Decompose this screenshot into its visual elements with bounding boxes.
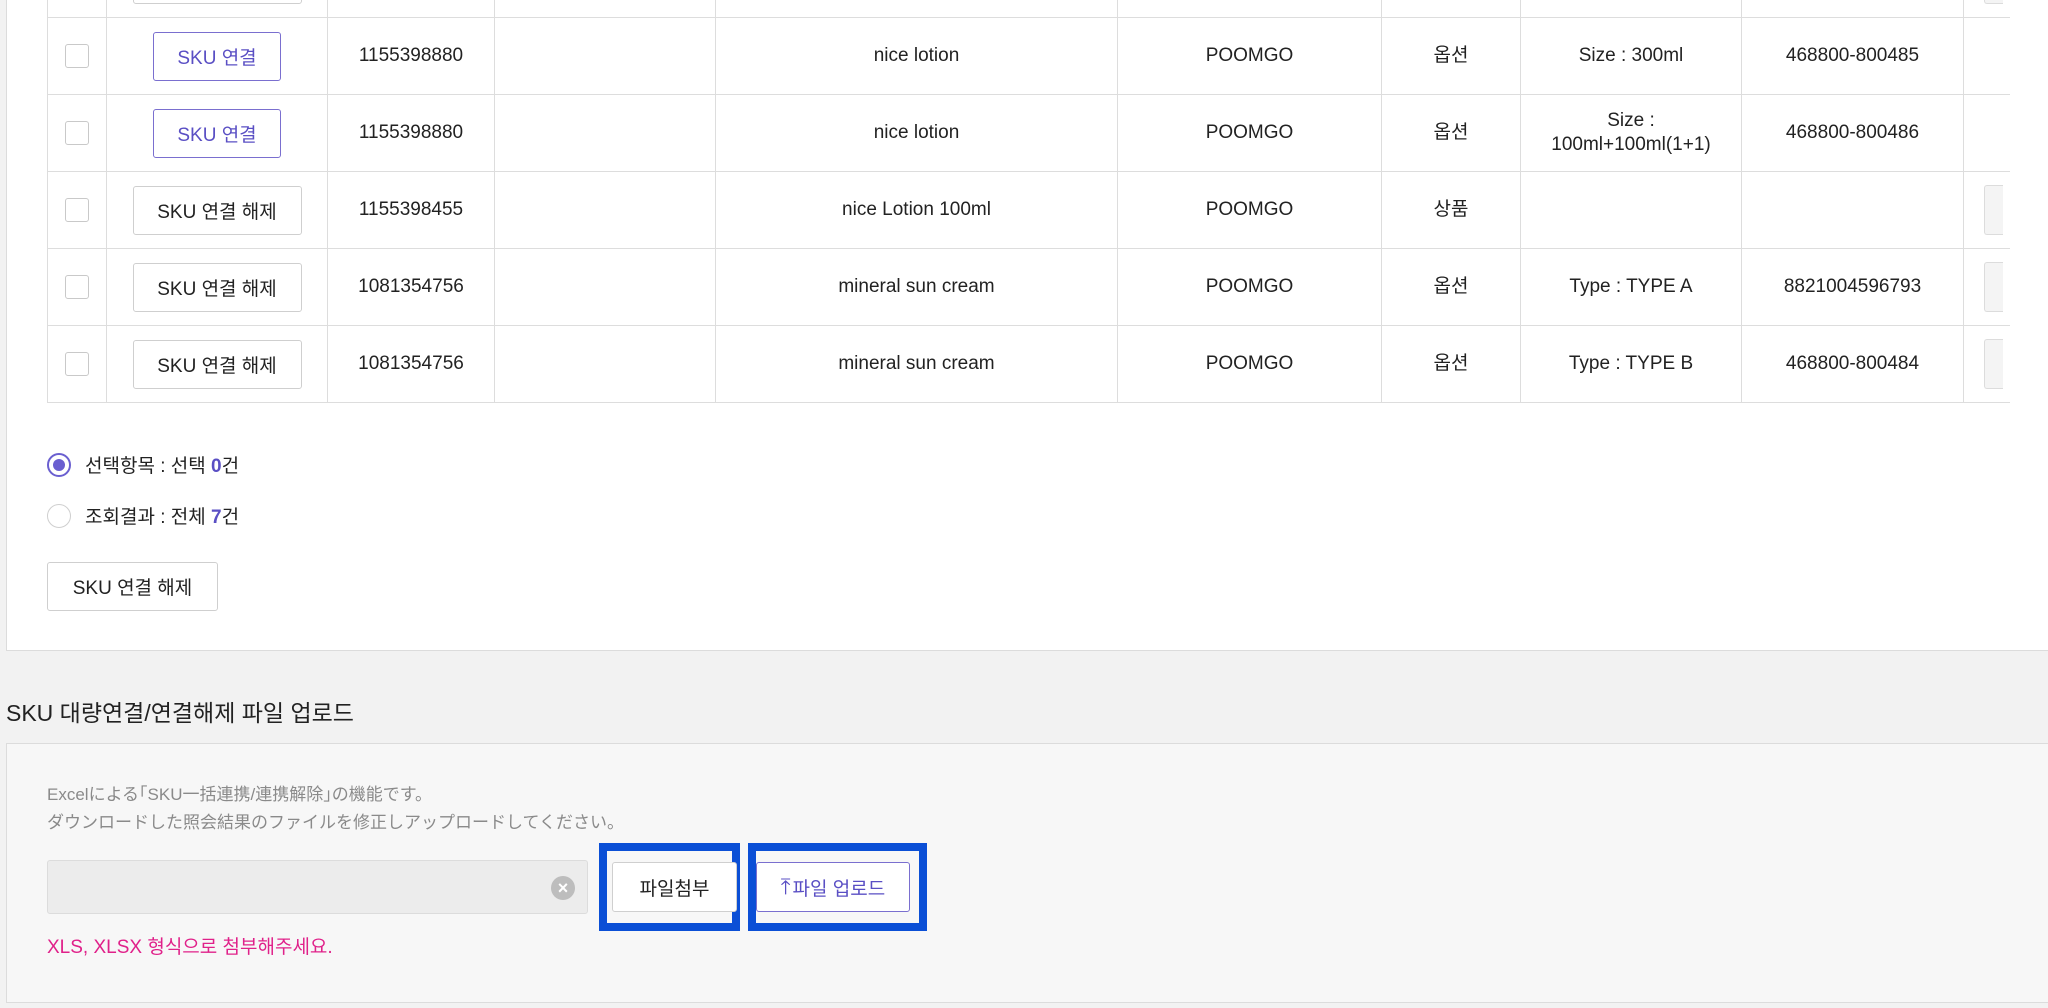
all-results-radio[interactable] (47, 503, 71, 528)
sku-unlink-button[interactable]: SKU 연결 해제 (132, 185, 302, 235)
cell-product-id: 1081354756 (327, 248, 495, 326)
sku-unlink-button[interactable]: SKU 연결 해제 (132, 262, 302, 312)
cell-product-id: 1155398880 (327, 17, 495, 95)
row-action-button[interactable] (1984, 262, 2003, 312)
table-row: SKU 연결 해제 옵션 (47, 0, 2010, 18)
row-checkbox[interactable] (65, 274, 89, 299)
cell-brand: POOMGO (1117, 17, 1382, 95)
cell-type: 옵션 (1381, 17, 1521, 95)
cell-option: Size : 100ml+100ml(1+1) (1520, 94, 1742, 172)
file-path-input[interactable] (47, 860, 588, 914)
selected-items-label: 선택항목 : 선택 0건 (85, 456, 240, 477)
file-upload-button[interactable]: ⤒ 파일 업로드 (756, 862, 910, 912)
upload-notice-line1: Excelによる｢SKU一括連携/連携解除｣の機能です。 (47, 785, 433, 804)
row-checkbox[interactable] (65, 351, 89, 376)
cell-option: Size : 300ml (1520, 17, 1742, 95)
sku-unlink-button[interactable]: SKU 연결 해제 (132, 339, 302, 389)
cell-product-name: nice lotion (715, 17, 1118, 95)
empty-cell (494, 171, 716, 249)
empty-cell (494, 0, 716, 18)
row-action-button[interactable] (1984, 339, 2003, 389)
cell-type: 옵션 (1381, 325, 1521, 403)
table-row: SKU 연결 해제 1081354756 mineral sun cream POOM… (47, 325, 2010, 403)
cell-option (1520, 0, 1742, 18)
sku-unlink-button[interactable]: SKU 연결 해제 (132, 0, 302, 4)
cell-sku: 468800-800486 (1741, 94, 1964, 172)
cell-brand: POOMGO (1117, 325, 1382, 403)
empty-cell (494, 94, 716, 172)
row-checkbox[interactable] (65, 43, 89, 68)
cell-sku (1741, 0, 1964, 18)
cell-type: 옵션 (1381, 0, 1521, 18)
upload-icon: ⤒ (780, 874, 791, 899)
selected-items-option[interactable]: 선택항목 : 선택 0건 (47, 451, 239, 478)
cell-product-id: 1155398455 (327, 171, 495, 249)
cell-type: 상품 (1381, 171, 1521, 249)
cell-product-id: 1081354756 (327, 325, 495, 403)
file-format-warning: XLS, XLSX 형식으로 첨부해주세요. (47, 937, 333, 958)
cell-sku: 8821004596793 (1741, 248, 1964, 326)
upload-notice-line2: ダウンロードした照会結果のファイルを修正しアップロードしてください。 (47, 813, 624, 832)
empty-cell (494, 248, 716, 326)
table-row: SKU 연결 해제 1081354756 mineral sun cream POOM… (47, 248, 2010, 326)
cell-type: 옵션 (1381, 94, 1521, 172)
cell-product-id (327, 0, 495, 18)
cell-product-name: nice Lotion 100ml (715, 171, 1118, 249)
cell-sku: 468800-800485 (1741, 17, 1964, 95)
cell-sku (1741, 171, 1964, 249)
cell-brand: POOMGO (1117, 94, 1382, 172)
cell-option: Type : TYPE A (1520, 248, 1742, 326)
cell-brand: POOMGO (1117, 248, 1382, 326)
cell-brand: POOMGO (1117, 171, 1382, 249)
file-attach-button[interactable]: 파일첨부 (612, 862, 737, 912)
row-action-button[interactable] (1984, 0, 2003, 4)
cell-product-name: nice lotion (715, 94, 1118, 172)
cell-product-name: mineral sun cream (715, 248, 1118, 326)
cell-sku: 468800-800484 (1741, 325, 1964, 403)
cell-product-id: 1155398880 (327, 94, 495, 172)
row-action-button[interactable] (1984, 185, 2003, 235)
clear-icon[interactable]: × (551, 876, 575, 900)
cell-option: Type : TYPE B (1520, 325, 1742, 403)
sku-link-button[interactable]: SKU 연결 (153, 31, 281, 81)
empty-cell (494, 17, 716, 95)
table-row: SKU 연결 1155398880 nice lotion POOMGO 옵션 Size … (47, 17, 2010, 95)
cell-brand (1117, 0, 1382, 18)
all-results-label: 조회결과 : 전체 7건 (85, 507, 240, 528)
cell-option (1520, 171, 1742, 249)
row-checkbox[interactable] (65, 197, 89, 222)
sku-link-button[interactable]: SKU 연결 (153, 108, 281, 158)
bulk-unlink-button[interactable]: SKU 연결 해제 (47, 562, 218, 611)
table-row: SKU 연결 해제 1155398455 nice Lotion 100ml POOM… (47, 171, 2010, 249)
cell-product-name (715, 0, 1118, 18)
all-results-option[interactable]: 조회결과 : 전체 7건 (47, 502, 239, 529)
row-checkbox[interactable] (65, 120, 89, 145)
upload-section-title: SKU 대량연결/연결해제 파일 업로드 (6, 700, 354, 726)
selected-items-radio[interactable] (47, 452, 71, 477)
sku-table: SKU 연결 해제옵션SKU 연결1155398880nice lotionPO… (47, 0, 2010, 403)
cell-type: 옵션 (1381, 248, 1521, 326)
empty-cell (494, 325, 716, 403)
file-upload-label: 파일 업로드 (792, 878, 886, 900)
table-row: SKU 연결 1155398880 nice lotion POOMGO 옵션 Size … (47, 94, 2010, 172)
cell-product-name: mineral sun cream (715, 325, 1118, 403)
